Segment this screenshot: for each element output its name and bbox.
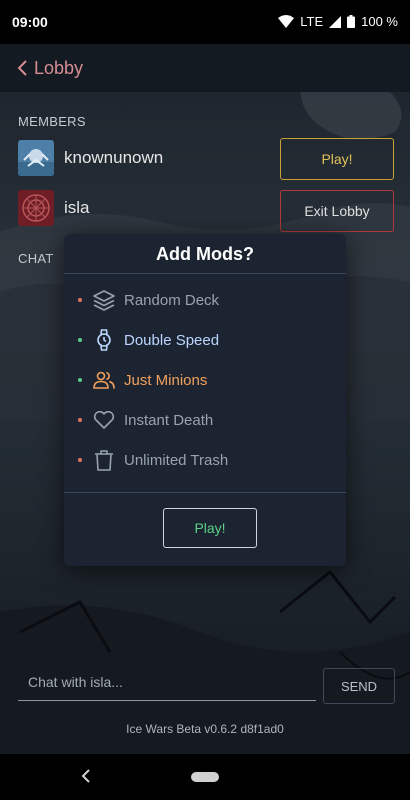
- member-name: isla: [64, 198, 90, 217]
- status-icons: LTE 100 %: [278, 14, 398, 29]
- add-mods-dialog: Add Mods? Random Deck Double Speed Just …: [64, 234, 346, 566]
- member-row[interactable]: isla: [18, 190, 90, 226]
- nav-back-icon[interactable]: [80, 768, 92, 789]
- status-dot: [78, 458, 82, 462]
- heart-icon: [92, 408, 116, 432]
- back-label: Lobby: [34, 57, 84, 78]
- play-button[interactable]: Play!: [280, 138, 394, 180]
- nav-home-pill[interactable]: [191, 772, 219, 782]
- mod-item-instant-death[interactable]: Instant Death: [78, 405, 213, 435]
- members-heading: MEMBERS: [18, 114, 86, 129]
- status-bar: 09:00 LTE 100 %: [0, 0, 410, 44]
- battery-label: 100 %: [361, 14, 398, 29]
- mod-label: Double Speed: [124, 331, 220, 349]
- signal-icon: [329, 15, 342, 28]
- chat-input[interactable]: [18, 664, 316, 700]
- mod-item-just-minions[interactable]: Just Minions: [78, 365, 207, 395]
- dialog-title: Add Mods?: [156, 244, 254, 264]
- status-dot: [78, 418, 82, 422]
- status-dot: [78, 338, 82, 342]
- mod-item-double-speed[interactable]: Double Speed: [78, 325, 219, 355]
- member-row[interactable]: knownunown: [18, 140, 163, 176]
- mod-label: Random Deck: [124, 291, 220, 309]
- watch-icon: [92, 328, 116, 352]
- mod-label: Instant Death: [124, 411, 214, 429]
- mod-label: Just Minions: [124, 371, 208, 389]
- status-dot: [78, 298, 82, 302]
- exit-lobby-button[interactable]: Exit Lobby: [280, 190, 394, 232]
- users-icon: [92, 368, 116, 392]
- status-dot: [78, 378, 82, 382]
- chevron-left-icon: [16, 59, 28, 77]
- dialog-play-button[interactable]: Play!: [163, 508, 257, 548]
- navigation-bar: [0, 754, 410, 800]
- member-name: knownunown: [64, 148, 164, 167]
- avatar: [18, 140, 54, 176]
- chat-heading: CHAT: [18, 251, 54, 266]
- divider: [64, 492, 346, 493]
- layers-icon: [92, 288, 116, 312]
- battery-icon: [347, 15, 356, 28]
- divider: [64, 273, 346, 274]
- wifi-icon: [278, 14, 295, 29]
- mod-label: Unlimited Trash: [124, 451, 229, 469]
- version-label: Ice Wars Beta v0.6.2 d8f1ad0: [126, 722, 284, 736]
- send-button[interactable]: SEND: [323, 668, 395, 704]
- trash-icon: [92, 448, 116, 472]
- status-time: 09:00: [12, 14, 48, 30]
- app-bar: Lobby: [0, 44, 410, 92]
- mod-item-unlimited-trash[interactable]: Unlimited Trash: [78, 445, 228, 475]
- back-button[interactable]: Lobby: [16, 54, 83, 82]
- mod-item-random-deck[interactable]: Random Deck: [78, 285, 219, 315]
- chat-input-wrapper: [18, 664, 316, 701]
- avatar: [18, 190, 54, 226]
- network-label: LTE: [300, 14, 324, 29]
